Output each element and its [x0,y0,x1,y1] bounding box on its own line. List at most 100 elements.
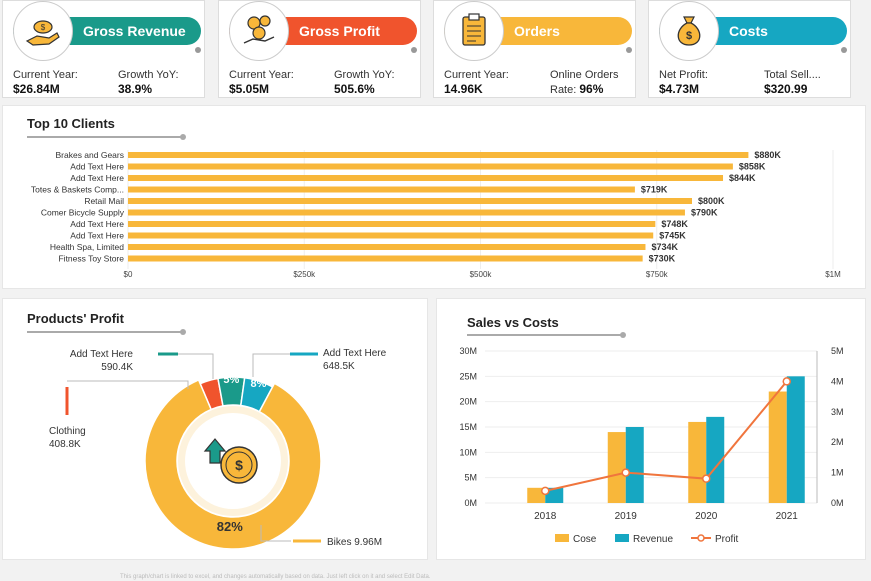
callout-line [178,353,214,379]
category-label: Health Spa, Limited [50,242,124,252]
sales-costs-panel: Sales vs Costs 0M 5M 10M 15M 20M 25M 30M 0M 1M 2M… [436,298,866,560]
profit-point [782,377,791,386]
y2-tick-label: 5M [831,346,844,356]
category-label: Brakes and Gears [55,150,124,160]
legend-label: Revenue [633,534,673,545]
footer-note: This graph/chart is linked to excel, and… [120,574,431,580]
profit-point [702,474,711,483]
slice-pct-label: 5% [223,374,239,386]
x-tick-label: $500k [470,270,493,279]
category-label: Add Text Here [70,162,124,172]
bar-revenue [625,427,644,503]
category-label: Comer Bicycle Supply [41,208,125,218]
sales-costs-chart: 0M 5M 10M 15M 20M 25M 30M 0M 1M 2M 3M 4M 5M 2018 2019 2… [459,346,844,545]
callout-value: 408.8K [49,439,81,450]
coins-hand-icon [229,1,289,61]
x-tick-label: $250k [293,270,316,279]
category-label: Add Text Here [70,231,124,241]
x-tick-label: 2019 [615,511,638,522]
bar [128,232,654,239]
legend-label: Profit [715,534,739,545]
legend-label: Cose [573,534,597,545]
y2-tick-label: 4M [831,376,844,386]
x-tick-label: 2020 [695,511,718,522]
kpi-left-stat: Current Year: $26.84M [13,69,78,96]
legend-swatch-marker [697,534,705,542]
profit-point [621,468,630,477]
y2-tick-label: 0M [831,498,844,508]
bar [128,209,685,216]
kpi-right-stat: Growth YoY: 505.6% [334,69,395,96]
callout-value: 590.4K [101,362,133,373]
kpi-dot [411,47,417,53]
y-tick-label: 10M [459,447,477,457]
y2-tick-label: 2M [831,437,844,447]
kpi-card-gross-revenue: Gross Revenue $ Current Year: $26.84M Gro… [2,0,205,98]
legend-swatch [555,534,569,542]
kpi-card-gross-profit: Gross Profit Current Year: $5.05M Growth … [218,0,421,98]
svg-text:$: $ [686,30,692,42]
bar [128,175,724,181]
bar [128,152,749,158]
kpi-title: Gross Profit [299,23,380,39]
callout-value: 648.5K [323,361,355,372]
callout-line [252,353,290,377]
y-tick-label: 25M [459,371,477,381]
money-bag-icon: $ [659,1,719,61]
callout-line [67,380,189,389]
category-label: Add Text Here [70,173,124,183]
data-label: $748K [661,219,688,229]
callout-name: Add Text Here [323,348,387,359]
bar-cose [768,391,787,503]
svg-text:$: $ [41,23,46,32]
bar-cose [607,432,626,503]
products-profit-chart: 5% 8% 82% $ Add Text Here 590.4K Add Text Here… [49,348,387,550]
x-tick-label: $0 [124,270,133,279]
x-tick-label: 2018 [534,511,557,522]
x-tick-label: $750k [646,270,669,279]
category-label: Retail Mail [84,196,124,206]
kpi-dot [841,47,847,53]
kpi-left-stat: Net Profit: $4.73M [659,69,708,96]
kpi-dot [626,47,632,53]
category-label: Totes & Baskets Comp... [31,185,124,195]
bar [128,221,656,227]
category-label: Add Text Here [70,219,124,229]
kpi-title: Orders [514,23,560,39]
callout-name: Add Text Here [70,349,134,360]
kpi-title: Gross Revenue [83,23,186,39]
profit-line [545,380,788,492]
y2-tick-label: 1M [831,468,844,478]
kpi-right-stat: Growth YoY: 38.9% [118,69,179,96]
clipboard-icon [444,1,504,61]
bar-revenue [786,376,805,503]
callout-name: Clothing [49,426,86,437]
dollar-icon: $ [235,457,243,473]
y2-tick-label: 3M [831,407,844,417]
money-hand-icon: $ [13,1,73,61]
data-label: $844K [729,173,756,183]
products-profit-panel: Products' Profit 5% 8% 82% $ Add Text Here 59… [2,298,428,560]
data-label: $730K [649,254,676,264]
category-label: Fitness Toy Store [58,254,124,264]
y-tick-label: 20M [459,397,477,407]
kpi-right-stat: Online Orders Rate: 96% [550,69,619,96]
data-label: $790K [691,208,718,218]
kpi-right-stat: Total Sell.... $320.99 [764,69,821,96]
kpi-left-stat: Current Year: $5.05M [229,69,294,96]
data-label: $734K [651,242,678,252]
data-label: $745K [659,231,686,241]
kpi-card-orders: Orders Current Year: 14.96K Online Orders… [433,0,636,98]
bar [128,244,646,250]
data-label: $800K [698,196,725,206]
data-label: $880K [754,150,781,160]
data-label: $719K [641,185,668,195]
kpi-card-costs: Costs $ Net Profit: $4.73M Total Sell....… [648,0,851,98]
bar [128,255,643,262]
kpi-left-stat: Current Year: 14.96K [444,69,509,96]
bar [128,163,733,170]
kpi-title: Costs [729,23,768,39]
kpi-dot [195,47,201,53]
bar [128,198,692,204]
bar-cose [688,421,707,503]
